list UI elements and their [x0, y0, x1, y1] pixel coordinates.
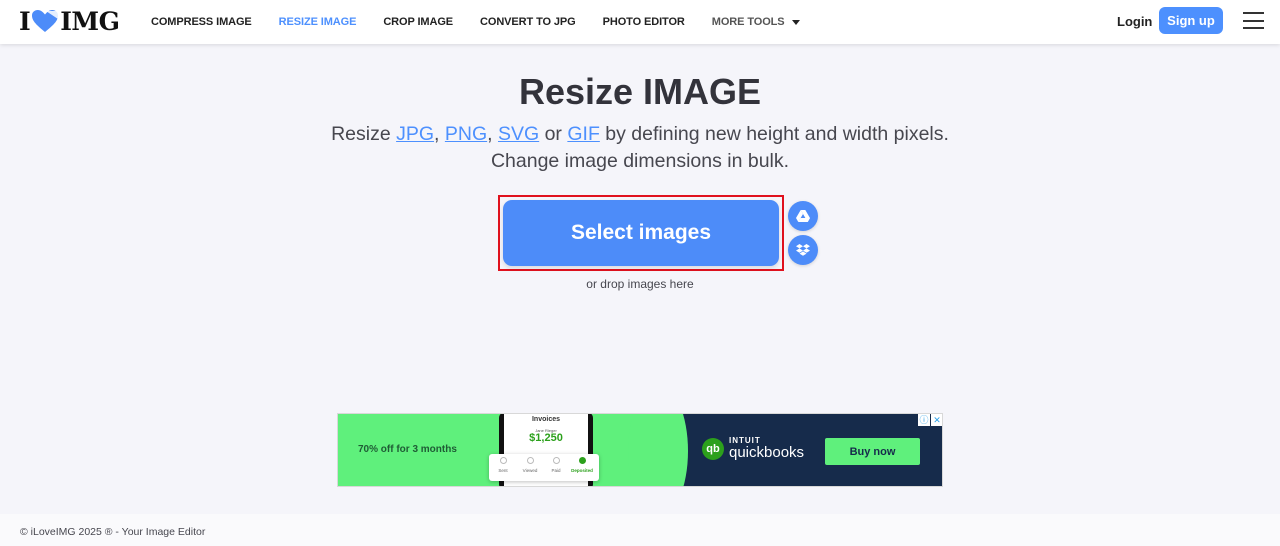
subtitle-line-2: Change image dimensions in bulk.	[490, 150, 790, 172]
hamburger-menu-icon[interactable]	[1243, 11, 1264, 30]
menu-line	[1243, 27, 1264, 29]
ad-info-icon[interactable]: ⓘ	[918, 414, 930, 426]
ad-buy-now-button[interactable]: Buy now	[825, 438, 920, 465]
ad-close-icon[interactable]: ✕	[931, 414, 942, 426]
nav-crop-image[interactable]: CROP IMAGE	[383, 16, 453, 28]
quickbooks-logo: qb INTUIT quickbooks	[702, 437, 804, 460]
quickbooks-text: quickbooks	[729, 444, 805, 461]
footer-copyright: © iLoveIMG 2025 ® - Your Image Editor	[20, 526, 206, 538]
page-title: Resize IMAGE	[518, 71, 762, 112]
quickbooks-logo-icon: qb	[702, 437, 724, 460]
heart-logo-icon	[32, 10, 59, 32]
ad-curve-shape	[628, 414, 688, 486]
menu-line	[1243, 19, 1264, 22]
footer: © iLoveIMG 2025 ® - Your Image Editor	[0, 514, 1280, 546]
ad-step-deposited: Deposited	[569, 457, 595, 473]
link-gif[interactable]: GIF	[567, 123, 600, 145]
ad-step-sent: Sent	[490, 457, 516, 473]
select-images-button[interactable]: Select images	[503, 200, 779, 266]
nav-compress-image[interactable]: COMPRESS IMAGE	[151, 16, 252, 28]
subtitle-text: Resize	[331, 123, 397, 145]
google-drive-button[interactable]	[788, 201, 818, 231]
link-jpg[interactable]: JPG	[396, 123, 434, 145]
ad-step-paid: Paid	[543, 457, 569, 473]
select-images-highlight: Select images	[498, 195, 784, 271]
link-png[interactable]: PNG	[445, 123, 487, 145]
step-label: Paid	[551, 468, 561, 473]
ad-status-card: Sent Viewed Paid Deposited	[489, 454, 599, 481]
subtitle-text: ,	[434, 123, 445, 145]
ad-invoice-amount: $1,250	[529, 432, 563, 444]
menu-line	[1243, 12, 1264, 14]
top-navbar: I IMG COMPRESS IMAGE RESIZE IMAGE CROP I…	[0, 0, 1280, 44]
step-label: Viewed	[522, 468, 538, 473]
step-label: Sent	[498, 468, 508, 473]
nav-photo-editor[interactable]: PHOTO EDITOR	[603, 16, 685, 28]
subtitle-line-1: Resize JPG, PNG, SVG or GIF by defining …	[0, 121, 1280, 148]
main-nav: COMPRESS IMAGE RESIZE IMAGE CROP IMAGE C…	[151, 0, 827, 44]
step-dot-icon	[526, 457, 534, 464]
dropbox-button[interactable]	[788, 235, 818, 265]
drop-hint: or drop images here	[586, 277, 694, 291]
logo-text-left: I	[19, 6, 31, 36]
ad-offer-text: 70% off for 3 months	[358, 444, 457, 455]
check-circle-icon	[578, 457, 586, 464]
link-svg[interactable]: SVG	[498, 123, 539, 145]
nav-more-tools[interactable]: MORE TOOLS	[712, 16, 800, 28]
nav-more-tools-label: MORE TOOLS	[711, 16, 785, 28]
dropbox-icon	[796, 243, 810, 256]
logo-text-right: IMG	[60, 6, 120, 36]
ad-step-viewed: Viewed	[517, 457, 543, 473]
ad-invoice-title: Invoices	[531, 416, 560, 423]
caret-down-icon	[791, 19, 800, 25]
advertisement-banner[interactable]: 70% off for 3 months Invoices Jane Riege…	[337, 413, 943, 487]
logo[interactable]: I IMG	[19, 6, 120, 36]
step-dot-icon	[552, 457, 560, 464]
login-link[interactable]: Login	[1117, 14, 1152, 29]
page-subtitle: Resize JPG, PNG, SVG or GIF by defining …	[0, 121, 1280, 175]
nav-convert-to-jpg[interactable]: CONVERT TO JPG	[480, 16, 576, 28]
nav-resize-image[interactable]: RESIZE IMAGE	[279, 16, 357, 28]
step-label: Deposited	[571, 468, 593, 473]
subtitle-text: ,	[487, 123, 498, 145]
signup-button[interactable]: Sign up	[1159, 7, 1223, 34]
subtitle-text: or	[539, 123, 568, 145]
google-drive-icon	[796, 210, 810, 222]
quickbooks-wordmark: INTUIT quickbooks	[729, 437, 805, 461]
step-dot-icon	[499, 457, 507, 464]
subtitle-text: by defining new height and width pixels.	[599, 123, 949, 145]
